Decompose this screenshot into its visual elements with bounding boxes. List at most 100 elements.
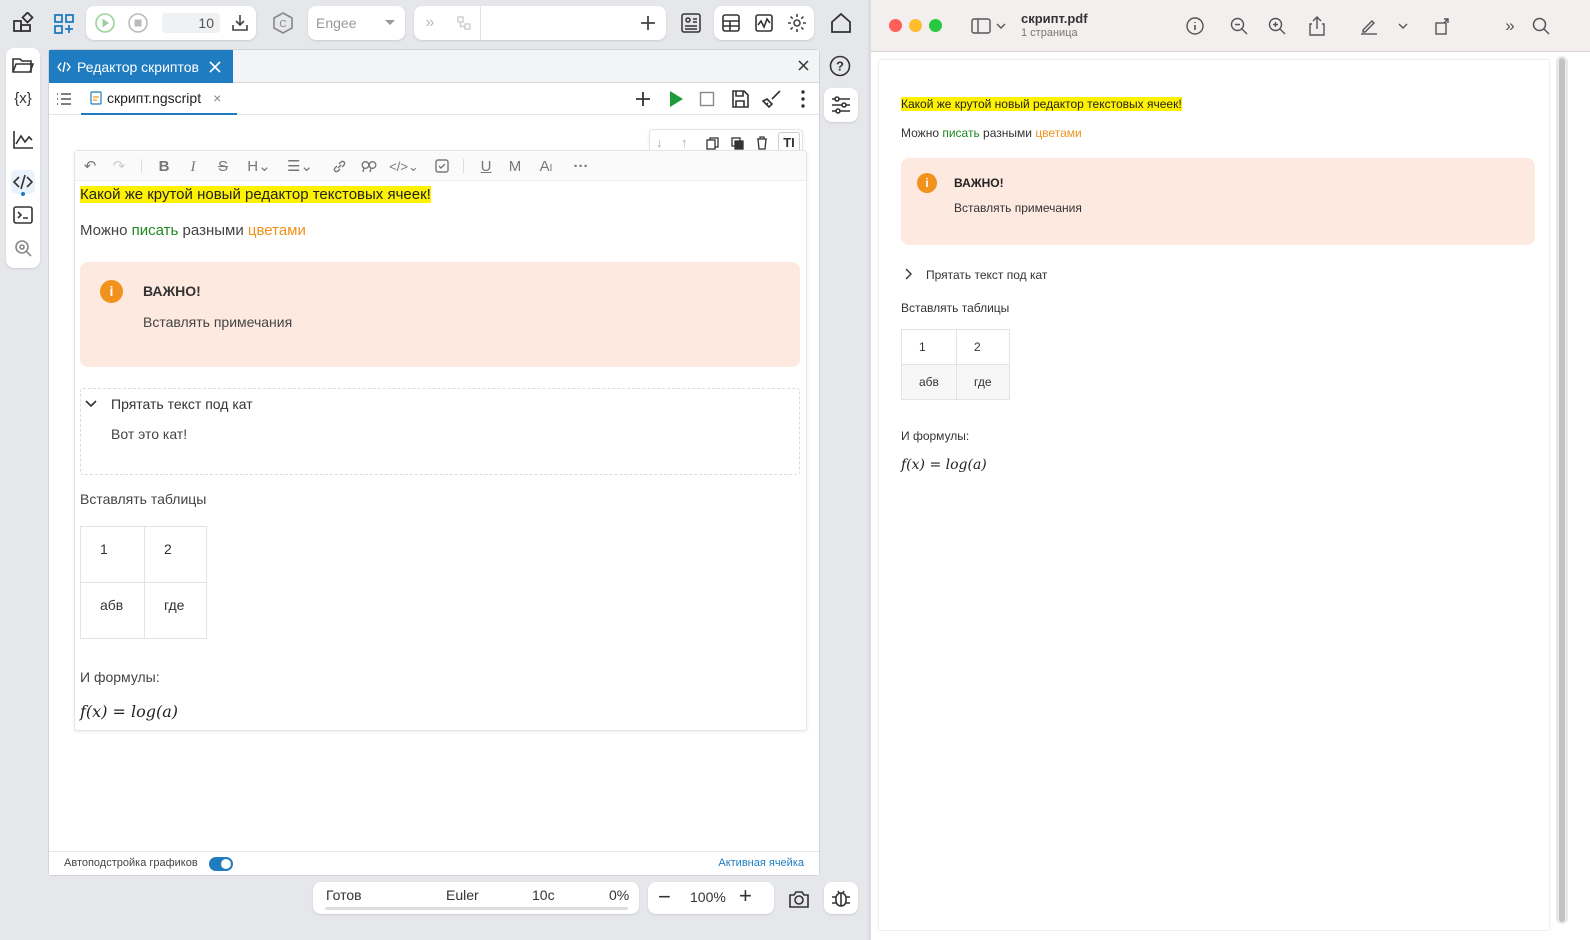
code-block-icon[interactable]: </>⌄ xyxy=(387,158,421,176)
properties-panel-button[interactable] xyxy=(824,88,858,122)
zoom-window-button[interactable] xyxy=(929,19,942,32)
download-results-icon[interactable] xyxy=(228,11,252,35)
minimize-window-button[interactable] xyxy=(909,19,922,32)
text-cell[interactable]: ↶ ↷ B I S H⌄ ☰⌄ </>⌄ U M AI ··· Какой же… xyxy=(74,150,807,731)
search-icon[interactable] xyxy=(1531,16,1551,36)
italic-icon[interactable]: I xyxy=(184,158,202,176)
autoplot-toggle[interactable] xyxy=(209,857,233,871)
stop-icon[interactable] xyxy=(126,11,150,35)
link-icon[interactable] xyxy=(332,159,347,174)
tab-script-editor[interactable]: Редактор скриптов xyxy=(49,50,233,83)
apps-icon[interactable] xyxy=(10,10,36,36)
list-icon[interactable]: ☰⌄ xyxy=(285,158,315,176)
callout-note: i ВАЖНО! Вставлять примечания xyxy=(80,262,800,367)
underline-icon[interactable]: U xyxy=(477,158,495,176)
rotate-icon[interactable] xyxy=(1433,16,1453,36)
settings-gear-icon[interactable] xyxy=(785,11,809,35)
collapsible-section[interactable]: Прятать текст под кат Вот это кат! xyxy=(80,388,800,475)
save-icon[interactable] xyxy=(730,89,750,109)
divider xyxy=(463,159,464,173)
pdf-data-table: 1 2 абв где xyxy=(901,329,1010,400)
heading-icon[interactable]: H⌄ xyxy=(245,158,273,176)
info-icon[interactable] xyxy=(1185,16,1205,36)
scrollbar[interactable] xyxy=(1556,56,1568,924)
redo-icon[interactable]: ↷ xyxy=(110,158,128,176)
more-options-icon[interactable] xyxy=(801,90,805,108)
outline-list-icon[interactable] xyxy=(56,92,72,106)
text-size-icon[interactable]: AI xyxy=(535,158,557,176)
close-panel-icon[interactable] xyxy=(798,60,809,71)
callout-text: Вставлять примечания xyxy=(954,201,1082,215)
chevron-down-icon[interactable] xyxy=(85,400,97,408)
move-up-icon[interactable]: ↑ xyxy=(681,135,688,150)
move-down-icon[interactable]: ↓ xyxy=(656,135,663,150)
debug-button[interactable] xyxy=(824,882,858,914)
forward-icon[interactable]: » xyxy=(418,11,442,35)
zoom-in-button[interactable]: + xyxy=(739,883,752,909)
run-count-field[interactable]: 10 xyxy=(162,13,220,33)
checkbox-icon[interactable] xyxy=(435,159,449,173)
svg-text:?: ? xyxy=(836,59,844,74)
code-gen-icon[interactable]: C xyxy=(268,8,298,38)
active-indicator xyxy=(21,192,25,196)
add-cell-icon[interactable] xyxy=(635,91,651,107)
chevron-down-icon[interactable] xyxy=(1393,16,1413,36)
block-library-icon[interactable] xyxy=(676,8,706,38)
zoom-out-button[interactable]: − xyxy=(658,884,671,910)
more-tools-icon[interactable]: » xyxy=(1500,16,1520,36)
sidebar-toggle-icon[interactable] xyxy=(969,16,1009,36)
variables-icon[interactable]: {x} xyxy=(11,86,35,110)
search-icon[interactable] xyxy=(11,236,35,260)
highlighted-heading: Какой же крутой новый редактор текстовых… xyxy=(80,186,431,203)
graph-view-icon[interactable] xyxy=(752,11,776,35)
help-icon[interactable]: ? xyxy=(824,50,856,82)
stop-script-icon[interactable] xyxy=(699,91,715,107)
active-cell-link[interactable]: Активная ячейка xyxy=(718,857,804,869)
bug-icon xyxy=(832,890,850,907)
undo-icon[interactable]: ↶ xyxy=(81,158,99,176)
formula-label: И формулы: xyxy=(80,669,160,685)
home-icon[interactable] xyxy=(826,8,856,38)
add-icon[interactable] xyxy=(636,11,660,35)
close-icon[interactable] xyxy=(209,60,221,73)
folder-icon[interactable] xyxy=(11,53,35,77)
zoom-control: − 100% + xyxy=(648,882,774,914)
copy-icon[interactable] xyxy=(706,137,719,150)
strikethrough-icon[interactable]: S xyxy=(214,158,232,176)
tab-script-file[interactable]: скрипт.ngscript × xyxy=(81,83,237,115)
quote-icon[interactable] xyxy=(361,159,377,174)
table-view-icon[interactable] xyxy=(719,11,743,35)
duplicate-icon[interactable] xyxy=(731,137,744,150)
hierarchy-icon[interactable] xyxy=(452,11,476,35)
text-green: писать xyxy=(131,222,179,239)
share-icon[interactable] xyxy=(1307,16,1327,36)
table-cell[interactable]: 1 xyxy=(80,526,145,583)
table-cell[interactable]: абв xyxy=(80,582,145,639)
sim-time-text: 10c xyxy=(532,887,555,903)
script-editor-panel: Редактор скриптов скрипт.ngscript × ↓ ↑ xyxy=(48,49,820,876)
new-model-icon[interactable] xyxy=(50,10,78,38)
bold-icon[interactable]: B xyxy=(155,158,173,176)
terminal-icon[interactable] xyxy=(11,203,35,227)
text-plain: Можно xyxy=(901,126,939,140)
more-format-icon[interactable]: ··· xyxy=(570,158,592,176)
close-tab-icon[interactable]: × xyxy=(213,90,221,106)
environment-select[interactable]: Engee xyxy=(308,6,405,40)
table-cell[interactable]: где xyxy=(144,582,207,639)
callout-title: ВАЖНО! xyxy=(954,176,1004,190)
script-editor-icon[interactable] xyxy=(11,170,35,194)
markup-icon[interactable] xyxy=(1359,16,1379,36)
screenshot-icon[interactable] xyxy=(784,884,814,914)
zoom-in-icon[interactable] xyxy=(1267,16,1287,36)
plots-icon[interactable] xyxy=(11,128,35,152)
run-script-icon[interactable] xyxy=(668,90,684,108)
markdown-icon[interactable]: M xyxy=(506,158,524,176)
table-cell[interactable]: 2 xyxy=(144,526,207,583)
close-window-button[interactable] xyxy=(889,19,902,32)
run-icon[interactable] xyxy=(93,11,117,35)
zoom-out-icon[interactable] xyxy=(1229,16,1249,36)
clear-output-icon[interactable] xyxy=(762,89,782,109)
zoom-level: 100% xyxy=(690,889,726,905)
formula: f(x) = log(a) xyxy=(80,702,179,721)
delete-icon[interactable] xyxy=(756,136,768,150)
